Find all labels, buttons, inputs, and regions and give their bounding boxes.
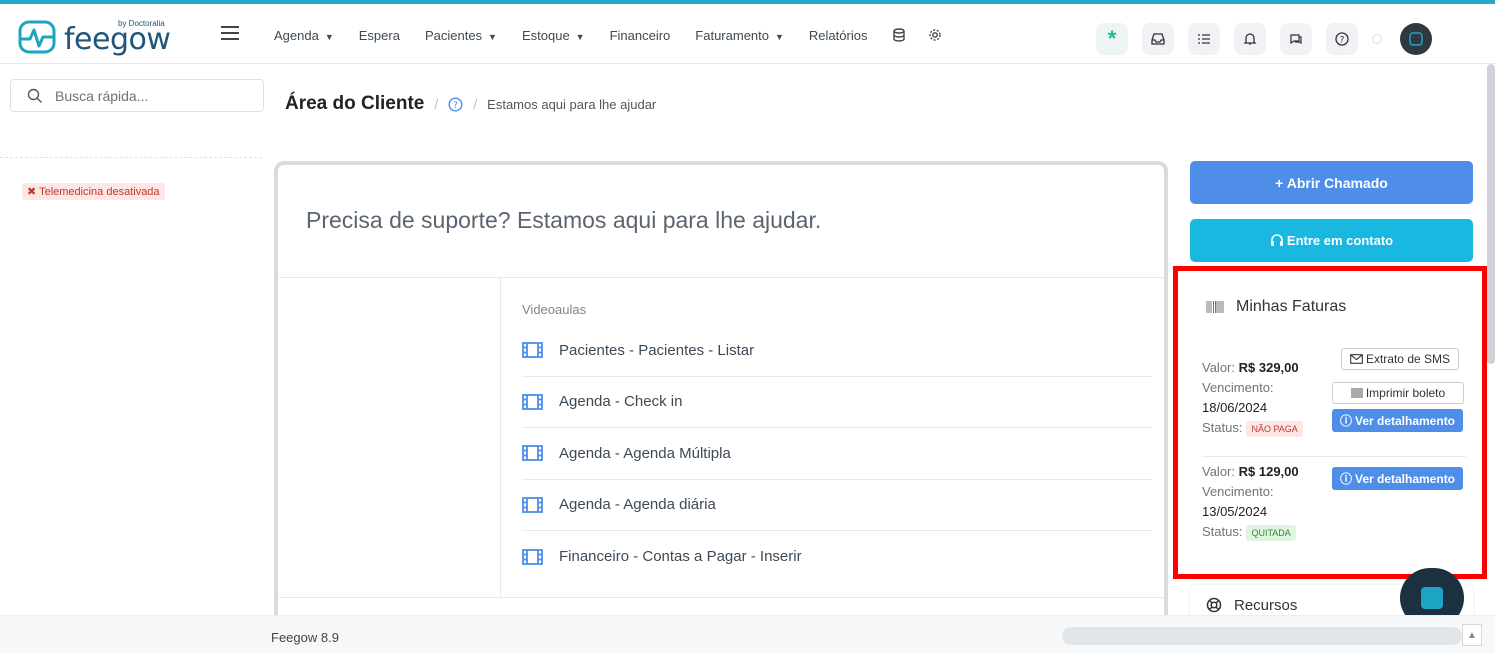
caret-down-icon: ▼ (575, 32, 585, 42)
invoice-value: R$ 129,00 (1238, 464, 1299, 479)
footer-blurred-text (1062, 627, 1462, 645)
caret-down-icon: ▼ (488, 32, 497, 42)
barcode-icon (1351, 388, 1363, 398)
info-icon: ⓘ (1339, 414, 1352, 428)
invoice-value: R$ 329,00 (1238, 360, 1299, 375)
top-navbar: by Doctoralia feegow Agenda ▼ Espera Paci… (0, 0, 1495, 64)
caret-down-icon: ▼ (324, 32, 334, 42)
video-item[interactable]: Agenda - Check in (522, 377, 1152, 428)
search-icon (27, 88, 42, 103)
film-icon (522, 445, 543, 462)
page-title: Área do Cliente (285, 93, 425, 114)
main-nav: Agenda ▼ Espera Pacientes ▼ Estoque ▼ Finan… (274, 28, 964, 43)
ver-detalhamento-button[interactable]: ⓘ Ver detalhamento (1332, 409, 1463, 432)
sidebar-divider (0, 157, 262, 158)
video-item[interactable]: Pacientes - Pacientes - Listar (522, 325, 1152, 377)
heart-pulse-icon (18, 20, 56, 54)
recursos-title: Recursos (1234, 596, 1298, 614)
invoice-due-date: 13/05/2024 (1202, 504, 1268, 519)
feegow-logo[interactable]: by Doctoralia feegow (18, 18, 171, 58)
video-item[interactable]: Agenda - Agenda Múltipla (522, 428, 1152, 480)
ver-detalhamento-button[interactable]: ⓘ Ver detalhamento (1332, 467, 1463, 490)
extrato-sms-button[interactable]: Extrato de SMS (1341, 348, 1459, 370)
footer: Feegow 8.9 ▲ (0, 615, 1495, 653)
breadcrumb: Área do Cliente / ? / Estamos aqui para … (285, 93, 657, 114)
imprimir-boleto-button[interactable]: Imprimir boleto (1332, 382, 1464, 404)
nav-faturamento[interactable]: Faturamento ▼ (695, 28, 784, 43)
status-dot (1372, 34, 1382, 44)
info-icon: ⓘ (1339, 472, 1352, 486)
abrir-chamado-button[interactable]: + Abrir Chamado (1190, 161, 1473, 204)
nav-estoque[interactable]: Estoque ▼ (522, 28, 585, 43)
videoaulas-section: Videoaulas Pacientes - Pacientes - Lista… (522, 302, 1152, 583)
film-icon (522, 342, 543, 359)
invoice-info: Valor: R$ 329,00 Vencimento: 18/06/2024 … (1202, 358, 1303, 438)
database-icon[interactable] (892, 28, 906, 42)
breadcrumb-subtitle: Estamos aqui para lhe ajudar (487, 96, 657, 112)
minhas-faturas-panel: Minhas Faturas Valor: R$ 329,00 Vencimen… (1173, 266, 1487, 579)
support-heading: Precisa de suporte? Estamos aqui para lh… (306, 207, 822, 233)
help-icon[interactable]: ? (1326, 23, 1358, 55)
asterisk-icon[interactable]: * (1096, 23, 1128, 55)
bell-icon[interactable] (1234, 23, 1266, 55)
close-icon: ✖ (27, 186, 40, 198)
nav-espera[interactable]: Espera (359, 28, 400, 43)
footer-version: Feegow 8.9 (271, 630, 339, 645)
film-icon (522, 548, 543, 565)
chat-icon[interactable] (1280, 23, 1312, 55)
avatar[interactable] (1400, 23, 1432, 55)
scrollbar[interactable] (1487, 64, 1495, 364)
film-icon (522, 496, 543, 513)
chat-widget-icon (1421, 587, 1443, 609)
barcode-icon (1206, 301, 1224, 313)
gear-icon[interactable] (928, 28, 942, 42)
nav-agenda[interactable]: Agenda ▼ (274, 28, 334, 43)
svg-text:?: ? (453, 101, 458, 111)
logo-text: feegow (64, 22, 171, 57)
status-badge: QUITADA (1246, 525, 1296, 541)
invoice-info: Valor: R$ 129,00 Vencimento: 13/05/2024 … (1202, 464, 1299, 541)
top-icon-bar: * ? (1096, 23, 1432, 55)
status-badge: NÃO PAGA (1246, 421, 1303, 437)
search-input[interactable] (55, 87, 245, 104)
video-item[interactable]: Agenda - Agenda diária (522, 480, 1152, 531)
videoaulas-title: Videoaulas (522, 302, 587, 317)
video-item[interactable]: Financeiro - Contas a Pagar - Inserir (522, 531, 1152, 583)
nav-pacientes[interactable]: Pacientes ▼ (425, 28, 497, 43)
faturas-header: Minhas Faturas (1206, 298, 1346, 316)
inbox-icon[interactable] (1142, 23, 1174, 55)
support-card: Precisa de suporte? Estamos aqui para lh… (274, 161, 1168, 631)
invoice-due-date: 18/06/2024 (1202, 400, 1268, 415)
checklist-icon[interactable] (1188, 23, 1220, 55)
quick-search[interactable] (10, 79, 264, 112)
caret-down-icon: ▼ (775, 32, 784, 42)
help-circle-icon[interactable]: ? (448, 96, 463, 112)
headset-icon (1270, 234, 1283, 246)
menu-toggle-icon[interactable] (221, 26, 239, 42)
envelope-icon (1350, 354, 1363, 364)
lifebuoy-icon (1206, 597, 1222, 613)
telemedicina-badge: ✖ Telemedicina desativada (22, 183, 165, 200)
svg-text:?: ? (1340, 36, 1345, 46)
scroll-top-button[interactable]: ▲ (1462, 624, 1482, 646)
entre-contato-button[interactable]: Entre em contato (1190, 219, 1473, 262)
nav-financeiro[interactable]: Financeiro (610, 28, 671, 43)
faturas-title: Minhas Faturas (1236, 298, 1347, 315)
film-icon (522, 393, 543, 410)
nav-relatorios[interactable]: Relatórios (809, 28, 868, 43)
